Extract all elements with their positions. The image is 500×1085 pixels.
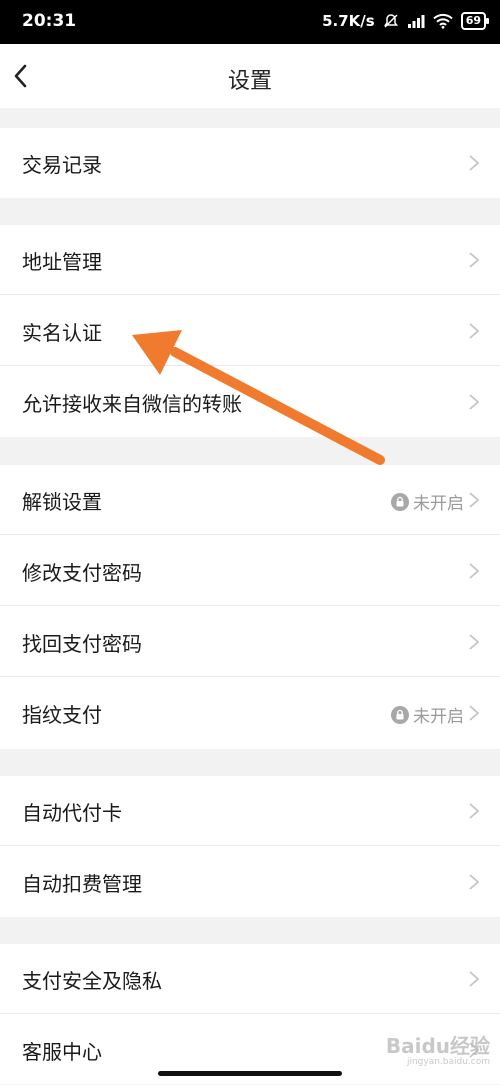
chevron-right-icon [469,971,480,987]
chevron-right-icon [469,705,480,721]
row-label: 客服中心 [22,1040,102,1064]
status-text: 未开启 [413,494,464,514]
network-speed: 5.7K/s [322,12,375,30]
status-bar: 20:31 5.7K/s 69 [0,0,500,44]
row-label: 交易记录 [22,153,102,177]
row-auto-pay-card[interactable]: 自动代付卡 [0,776,500,846]
lock-icon [391,492,409,511]
chevron-right-icon [469,634,480,650]
section-records: 交易记录 [0,128,500,198]
lock-icon [391,705,409,724]
mute-icon [383,14,398,28]
chevron-right-icon [469,563,480,579]
row-recover-payment-password[interactable]: 找回支付密码 [0,607,500,677]
page-title: 设置 [227,69,272,94]
chevron-right-icon [469,803,480,819]
navigation-bar: 设置 [0,44,500,108]
row-label: 自动扣费管理 [22,872,142,896]
chevron-right-icon [469,323,480,339]
row-real-name-verification[interactable]: 实名认证 [0,296,500,366]
row-label: 允许接收来自微信的转账 [22,392,242,416]
row-address-management[interactable]: 地址管理 [0,225,500,295]
row-payment-security-privacy[interactable]: 支付安全及隐私 [0,944,500,1014]
chevron-right-icon [469,252,480,268]
watermark: Baidu经验 jingyan.baidu.com [386,1030,490,1067]
status-indicator: 未开启 [391,702,464,727]
wifi-icon [432,13,453,29]
row-label: 指纹支付 [22,703,102,727]
chevron-right-icon [469,394,480,410]
signal-icon [407,15,425,28]
row-allow-wechat-transfer[interactable]: 允许接收来自微信的转账 [0,367,500,437]
row-label: 解锁设置 [22,490,102,514]
row-label: 实名认证 [22,321,102,345]
status-time: 20:31 [22,11,77,31]
battery-icon: 69 [460,12,490,30]
section-auto-pay: 自动代付卡 自动扣费管理 [0,776,500,917]
row-label: 自动代付卡 [22,801,122,825]
row-label: 地址管理 [22,250,102,274]
row-fingerprint-payment[interactable]: 指纹支付 未开启 [0,678,500,748]
row-label: 找回支付密码 [22,632,142,656]
row-label: 支付安全及隐私 [22,969,162,993]
watermark-text: Baidu经验 [385,1034,490,1058]
home-indicator[interactable] [158,1071,342,1076]
chevron-right-icon [469,155,480,171]
row-transaction-records[interactable]: 交易记录 [0,128,500,198]
chevron-right-icon [469,492,480,508]
row-auto-deduction-management[interactable]: 自动扣费管理 [0,847,500,917]
row-label: 修改支付密码 [22,561,142,585]
watermark-sub: jingyan.baidu.com [406,1057,490,1067]
chevron-right-icon [469,874,480,890]
row-change-payment-password[interactable]: 修改支付密码 [0,536,500,606]
status-icons: 5.7K/s 69 [322,12,490,30]
status-text: 未开启 [413,707,464,727]
section-security: 解锁设置 未开启 修改支付密码 找回支付密码 指纹支付 未开启 [0,465,500,749]
row-unlock-settings[interactable]: 解锁设置 未开启 [0,465,500,535]
status-indicator: 未开启 [391,489,464,514]
section-account: 地址管理 实名认证 允许接收来自微信的转账 [0,225,500,437]
